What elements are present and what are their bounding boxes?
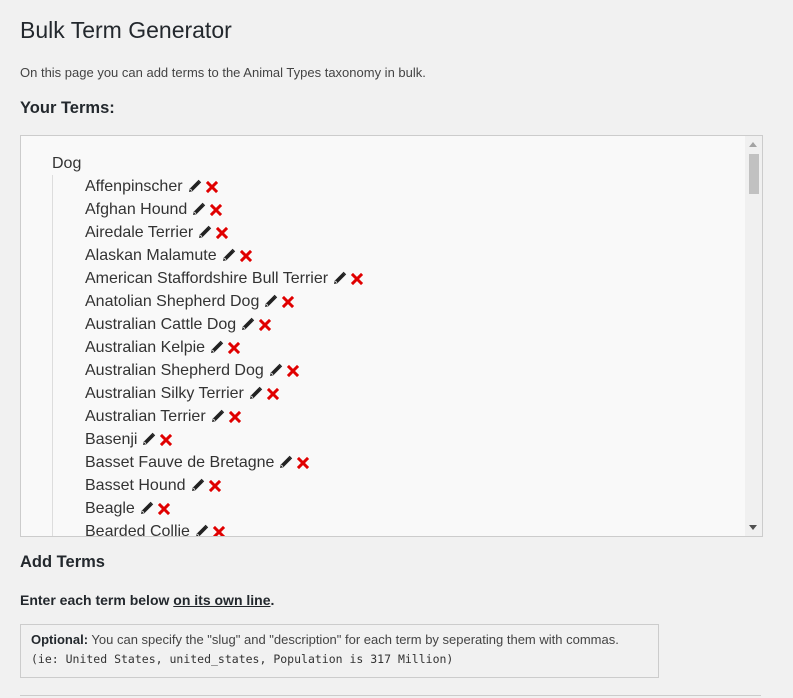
divider (20, 695, 761, 696)
add-terms-instruction: Enter each term below on its own line. (20, 592, 274, 608)
scroll-thumb[interactable] (749, 154, 759, 194)
term-row: Basenji (85, 428, 363, 451)
term-row: Australian Terrier (85, 405, 363, 428)
term-label: Airedale Terrier (85, 224, 194, 241)
term-label: Australian Kelpie (85, 339, 206, 356)
page-intro: On this page you can add terms to the An… (20, 65, 426, 80)
x-icon[interactable] (216, 223, 229, 246)
pencil-icon[interactable] (264, 292, 278, 315)
term-label: Afghan Hound (85, 201, 188, 218)
pencil-icon[interactable] (142, 430, 156, 453)
optional-note-box: Optional: You can specify the "slug" and… (20, 624, 659, 678)
term-row: Beagle (85, 497, 363, 520)
x-icon[interactable] (157, 499, 170, 522)
x-icon[interactable] (286, 361, 299, 384)
pencil-icon[interactable] (279, 453, 293, 476)
term-label: Basset Fauve de Bretagne (85, 454, 275, 471)
x-icon[interactable] (205, 177, 218, 200)
optional-text: You can specify the "slug" and "descript… (88, 632, 619, 647)
x-icon[interactable] (212, 522, 226, 536)
pencil-icon[interactable] (269, 361, 283, 384)
x-icon[interactable] (210, 200, 223, 223)
term-label: Bearded Collie (85, 523, 190, 537)
x-icon[interactable] (239, 246, 252, 269)
term-row: Australian Silky Terrier (85, 382, 363, 405)
x-icon[interactable] (228, 407, 241, 430)
pencil-icon[interactable] (333, 269, 347, 292)
pencil-icon[interactable] (210, 338, 224, 361)
term-label: Australian Silky Terrier (85, 385, 244, 402)
x-icon[interactable] (208, 476, 221, 499)
pencil-icon[interactable] (241, 315, 255, 338)
term-row: American Staffordshire Bull Terrier (85, 267, 364, 292)
x-icon[interactable] (350, 269, 364, 292)
pencil-icon[interactable] (195, 522, 209, 536)
term-row: Affenpinscher (85, 175, 363, 198)
x-icon[interactable] (282, 292, 295, 315)
x-icon[interactable] (160, 430, 173, 453)
page-title: Bulk Term Generator (20, 17, 232, 43)
optional-label: Optional: (31, 632, 89, 647)
term-label: Australian Terrier (85, 408, 206, 425)
terms-scrollbar[interactable] (745, 136, 762, 536)
pencil-icon[interactable] (191, 476, 205, 499)
term-label: Australian Cattle Dog (85, 316, 237, 333)
optional-note: Optional: You can specify the "slug" and… (31, 631, 648, 649)
term-row: Basset Fauve de Bretagne (85, 451, 363, 474)
terms-list-panel[interactable]: Dog Affenpinscher Afghan Hound Airedale Te… (20, 135, 763, 537)
term-row: Afghan Hound (85, 198, 363, 221)
term-label: Basset Hound (85, 477, 186, 494)
pencil-icon[interactable] (198, 223, 212, 246)
term-label: Australian Shepherd Dog (85, 362, 264, 379)
term-row: Australian Cattle Dog (85, 313, 363, 336)
pencil-icon[interactable] (140, 499, 154, 522)
child-terms-list: Affenpinscher Afghan Hound Airedale Terrie… (52, 175, 364, 537)
x-icon[interactable] (259, 315, 272, 338)
x-icon[interactable] (266, 384, 279, 407)
term-label: Alaskan Malamute (85, 247, 217, 264)
term-row: Australian Shepherd Dog (85, 359, 363, 382)
scroll-down-arrow-icon[interactable] (749, 525, 757, 530)
term-row: Basset Hound (85, 474, 363, 497)
scroll-up-arrow-icon[interactable] (749, 142, 757, 147)
term-tree: Dog Affenpinscher Afghan Hound Airedale Te… (52, 153, 364, 537)
pencil-icon[interactable] (222, 246, 236, 269)
x-icon[interactable] (227, 338, 241, 361)
optional-example: (ie: United States, united_states, Popul… (31, 652, 454, 666)
pencil-icon[interactable] (192, 200, 206, 223)
parent-term-dog: Dog (52, 155, 82, 172)
on-its-own-line-link[interactable]: on its own line (173, 592, 270, 608)
term-row: Alaskan Malamute (85, 244, 363, 267)
instruction-prefix: Enter each term below (20, 592, 174, 608)
term-row: Airedale Terrier (85, 221, 363, 244)
term-label: Affenpinscher (85, 178, 183, 195)
term-label: American Staffordshire Bull Terrier (85, 270, 329, 287)
add-terms-heading: Add Terms (20, 553, 105, 571)
term-row: Anatolian Shepherd Dog (85, 290, 363, 313)
term-label: Basenji (85, 431, 138, 448)
pencil-icon[interactable] (188, 177, 202, 200)
x-icon[interactable] (297, 453, 310, 476)
term-label: Beagle (85, 500, 135, 517)
pencil-icon[interactable] (211, 407, 225, 430)
term-row: Bearded Collie (85, 520, 363, 537)
pencil-icon[interactable] (249, 384, 263, 407)
term-label: Anatolian Shepherd Dog (85, 293, 260, 310)
term-row: Australian Kelpie (85, 336, 363, 359)
your-terms-heading: Your Terms: (20, 99, 115, 117)
instruction-suffix: . (270, 592, 275, 608)
